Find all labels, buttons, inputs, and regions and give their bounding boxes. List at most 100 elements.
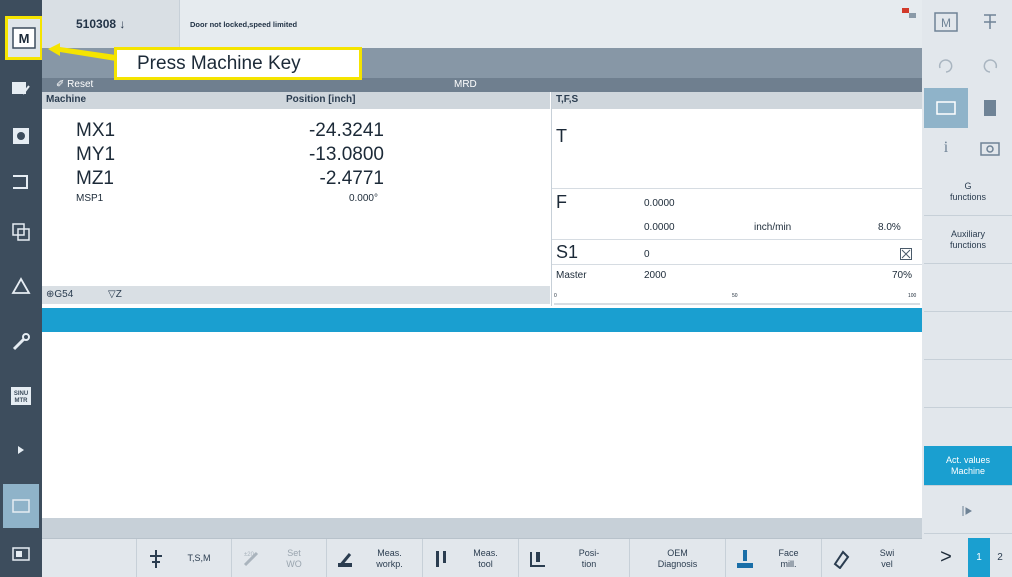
softkey-empty-5[interactable] xyxy=(924,360,1012,408)
axis-value: -2.4771 xyxy=(319,168,384,189)
camera-icon xyxy=(980,142,1000,156)
face-mill-icon xyxy=(734,548,756,570)
position-column-header: Position [inch] xyxy=(286,94,356,105)
swivel-button[interactable]: Swi vel xyxy=(821,539,922,577)
window-button[interactable] xyxy=(924,88,968,128)
undo-button[interactable] xyxy=(924,46,968,86)
dialog-line xyxy=(42,518,922,538)
set-wo-button[interactable]: ±20 Set WO xyxy=(231,539,326,577)
act-values-machine-button[interactable]: Act. values Machine xyxy=(924,446,1012,486)
softkey-empty-4[interactable] xyxy=(924,312,1012,360)
page-2-button[interactable]: 2 xyxy=(990,552,1010,563)
alarm-message: Door not locked,speed limited xyxy=(190,20,298,29)
scale-50: 50 xyxy=(732,293,738,299)
press-machine-key-callout: Press Machine Key xyxy=(114,47,362,80)
tool-axis-icon: ▽ xyxy=(108,289,116,300)
svg-text:M: M xyxy=(19,31,30,46)
operating-mode: MRD xyxy=(454,79,477,90)
divider xyxy=(552,188,923,189)
info-icon: i xyxy=(943,139,949,156)
program-key[interactable] xyxy=(3,160,39,204)
axis-value: 0.000° xyxy=(348,193,378,204)
sinumerik-icon: SINUMTR xyxy=(11,387,31,405)
machine-key-icon: M xyxy=(12,27,36,49)
alarm-triangle-icon xyxy=(11,277,31,294)
empty-work-area xyxy=(42,332,922,518)
axis-name: MY1 xyxy=(76,144,116,165)
swivel-icon xyxy=(830,548,852,570)
set-wo-icon: ±20 xyxy=(240,548,262,570)
page-1-button[interactable]: 1 xyxy=(968,538,990,577)
more-icon xyxy=(962,505,972,516)
feed-label: F xyxy=(556,192,567,212)
master-label: Master xyxy=(556,270,587,281)
measure-tool-button[interactable]: Meas. tool xyxy=(422,539,518,577)
measure-workpiece-button[interactable]: Meas. workp. xyxy=(326,539,422,577)
scale-100: 100 xyxy=(908,293,917,299)
left-vertical-softkey-bar: M SINU MTR xyxy=(0,0,43,577)
svg-text:MTR: MTR xyxy=(15,398,29,404)
machine-area-button[interactable]: M xyxy=(924,2,968,42)
spindle-load-scale xyxy=(554,303,920,305)
measure-workpiece-icon xyxy=(335,548,357,570)
face-mill-button[interactable]: Face mill. xyxy=(725,539,821,577)
tsm-button[interactable]: T,S,M xyxy=(136,539,231,577)
tfs-panel: T,F,S T F 0.0000 0.0000 inch/min 8.0% S1… xyxy=(551,92,923,306)
g-functions-button[interactable]: G functions xyxy=(924,168,1012,216)
tool-list-icon xyxy=(984,14,996,29)
calculator-button[interactable] xyxy=(968,88,1012,128)
window-key[interactable] xyxy=(3,484,39,528)
auxiliary-functions-button[interactable]: Auxiliary functions xyxy=(924,216,1012,264)
feed-unit: inch/min xyxy=(754,222,792,233)
axis-name: MSP1 xyxy=(76,193,104,204)
machine-icon: M xyxy=(934,12,958,32)
axis-value: -24.3241 xyxy=(308,120,384,141)
alarm-key[interactable] xyxy=(3,264,39,308)
wrench-icon xyxy=(12,333,30,351)
redo-button[interactable] xyxy=(968,46,1012,86)
header-bar: 510308 ↓ Door not locked,speed limited xyxy=(42,0,922,48)
window-icon xyxy=(12,499,30,513)
measure-tool-icon xyxy=(431,548,453,570)
right-vertical-softkey-bar: M i G functions Auxiliary functions Act.… xyxy=(922,0,1012,577)
active-window-bar xyxy=(42,308,922,332)
window-switch-key[interactable] xyxy=(3,532,39,576)
softkey-empty-3[interactable] xyxy=(924,264,1012,312)
feed-value: 0.0000 xyxy=(644,198,675,209)
redo-icon xyxy=(983,59,998,73)
svg-text:±20: ±20 xyxy=(244,552,255,558)
reset-state: ✐ Reset xyxy=(56,79,94,90)
tool-list-button[interactable] xyxy=(968,2,1012,42)
oem-diagnosis-button[interactable]: OEM Diagnosis xyxy=(629,539,725,577)
program-number: 510308 ↓ xyxy=(76,17,126,31)
sinumerik-key[interactable]: SINU MTR xyxy=(3,374,39,418)
machine-column-header: Machine xyxy=(46,94,87,105)
expand-key[interactable] xyxy=(3,428,39,472)
more-softkeys-button[interactable] xyxy=(924,488,1012,534)
position-button[interactable]: Posi- tion xyxy=(518,539,629,577)
axis-value: -13.0800 xyxy=(308,144,384,165)
info-button[interactable]: i xyxy=(924,128,968,168)
alarm-indicator-icon xyxy=(902,8,916,18)
program-manager-key[interactable] xyxy=(3,210,39,254)
spindle-stop-icon xyxy=(900,248,912,260)
program-edit-key[interactable] xyxy=(3,66,39,110)
window-switch-icon xyxy=(12,547,30,561)
feed-value-2: 0.0000 xyxy=(644,222,675,233)
offset-key[interactable] xyxy=(3,114,39,158)
down-arrow-icon: ↓ xyxy=(119,17,126,31)
horizontal-softkey-bar: T,S,M ±20 Set WO Meas. workp. Meas. tool… xyxy=(42,538,922,577)
machine-key[interactable]: M xyxy=(5,16,43,60)
program-icon xyxy=(13,175,28,189)
setup-key[interactable] xyxy=(3,320,39,364)
scale-0: 0 xyxy=(554,293,557,299)
screenshot-button[interactable] xyxy=(968,128,1012,168)
next-arrow-button[interactable]: > xyxy=(924,546,968,569)
divider xyxy=(552,239,923,240)
tool-axis: ▽Z xyxy=(108,289,122,300)
axis-name: MZ1 xyxy=(76,168,114,189)
machine-position-panel: Machine Position [inch] MX1 -24.3241 MY1… xyxy=(42,92,550,306)
tfs-header: T,F,S xyxy=(552,92,923,109)
program-manager-icon xyxy=(12,223,30,241)
calculator-icon xyxy=(984,100,996,116)
